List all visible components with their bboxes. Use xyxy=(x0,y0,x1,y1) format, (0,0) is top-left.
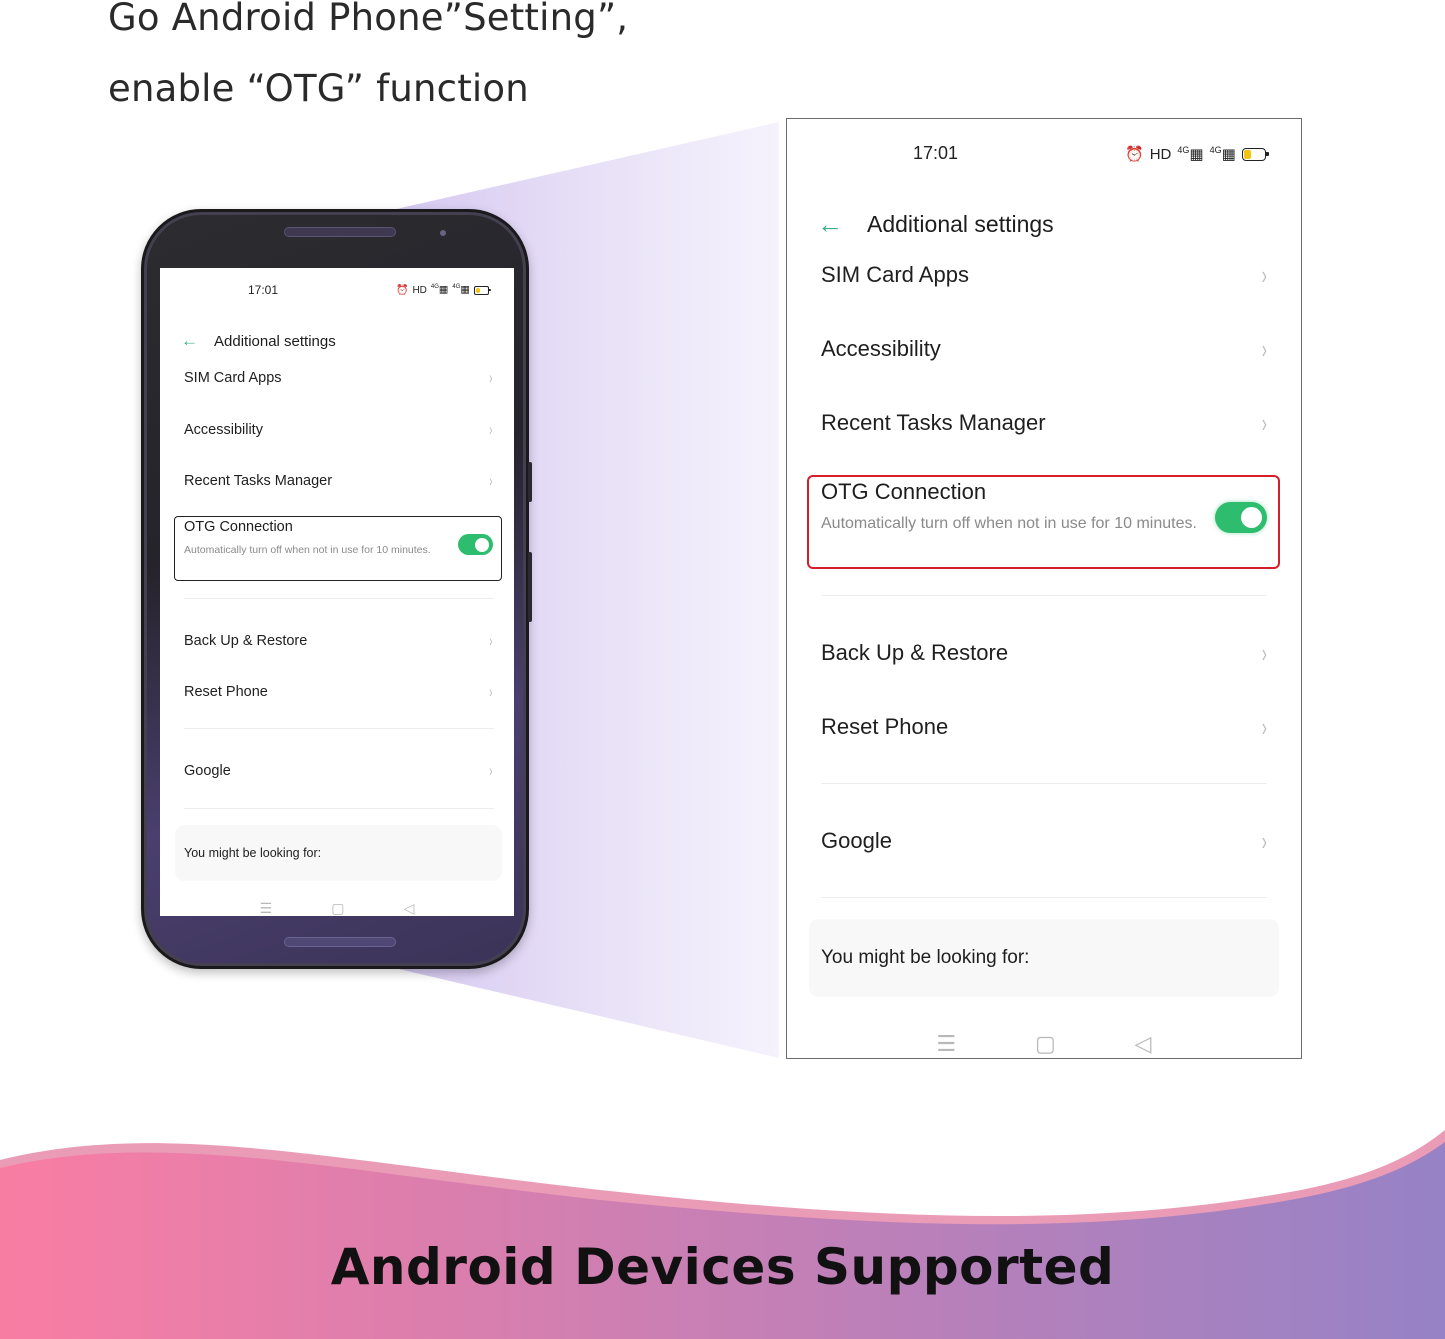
chevron-right-icon: › xyxy=(489,420,493,439)
settings-screen-small: 17:01 ⏰ HD 4G▦ 4G▦ ← Additional settings… xyxy=(160,268,514,916)
otg-toggle[interactable] xyxy=(1215,502,1267,533)
item-label: Recent Tasks Manager xyxy=(184,473,333,489)
chevron-right-icon: › xyxy=(489,761,493,780)
item-label: SIM Card Apps xyxy=(184,370,282,386)
front-camera xyxy=(440,230,446,236)
chevron-right-icon: › xyxy=(1262,637,1268,668)
chevron-right-icon: › xyxy=(1262,711,1268,742)
section-divider xyxy=(821,595,1267,596)
signal-4g-icon: 4G▦ xyxy=(452,284,470,296)
phone-screen: 17:01 ⏰ HD 4G▦ 4G▦ ← Additional settings… xyxy=(160,268,514,916)
chevron-right-icon: › xyxy=(489,471,493,490)
section-divider xyxy=(184,598,494,599)
chevron-right-icon: › xyxy=(1262,825,1268,856)
recent-apps-icon[interactable]: ☰ xyxy=(260,900,273,916)
page-title: Additional settings xyxy=(214,332,336,350)
status-icons: ⏰ HD 4G▦ 4G▦ xyxy=(396,283,491,297)
item-label: Accessibility xyxy=(184,422,263,438)
item-label: Reset Phone xyxy=(184,684,268,700)
settings-item-recent-tasks-manager[interactable]: Recent Tasks Manager › xyxy=(787,403,1301,443)
back-icon[interactable]: ◁ xyxy=(404,900,415,916)
chevron-right-icon: › xyxy=(1262,407,1268,438)
settings-item-google[interactable]: Google › xyxy=(160,758,514,784)
otg-connection-subtitle: Automatically turn off when not in use f… xyxy=(184,544,431,556)
home-icon[interactable]: ▢ xyxy=(331,900,344,916)
chevron-right-icon: › xyxy=(489,631,493,650)
instruction-heading-line-1: Go Android Phone”Setting”, xyxy=(108,0,629,39)
settings-item-reset-phone[interactable]: Reset Phone › xyxy=(787,707,1301,747)
header: ← Additional settings xyxy=(817,209,1054,240)
settings-item-accessibility[interactable]: Accessibility › xyxy=(787,329,1301,369)
footer-wave-banner xyxy=(0,1130,1445,1339)
item-label: Google xyxy=(184,763,231,779)
home-icon[interactable]: ▢ xyxy=(1035,1031,1056,1057)
item-label: SIM Card Apps xyxy=(821,262,969,287)
signal-4g-icon: 4G▦ xyxy=(430,284,449,296)
toggle-knob xyxy=(475,537,489,552)
section-divider xyxy=(184,808,494,809)
item-label: Accessibility xyxy=(821,336,941,361)
settings-item-accessibility[interactable]: Accessibility › xyxy=(160,417,514,443)
alarm-icon: ⏰ xyxy=(396,284,409,296)
back-arrow-icon[interactable]: ← xyxy=(817,209,843,240)
section-divider xyxy=(184,728,494,729)
otg-connection-title: OTG Connection xyxy=(184,519,293,535)
hd-icon: HD xyxy=(1149,145,1172,163)
chevron-right-icon: › xyxy=(1262,333,1268,364)
signal-4g-icon: 4G▦ xyxy=(1177,145,1204,163)
back-icon[interactable]: ◁ xyxy=(1135,1031,1152,1057)
battery-icon xyxy=(473,285,491,295)
navigation-bar: ☰ ▢ ◁ xyxy=(160,900,514,916)
status-time: 17:01 xyxy=(248,283,279,297)
settings-item-sim-card-apps[interactable]: SIM Card Apps › xyxy=(160,365,514,391)
bottom-speaker xyxy=(284,937,396,947)
settings-item-back-up-restore[interactable]: Back Up & Restore › xyxy=(160,628,514,654)
alarm-icon: ⏰ xyxy=(1125,146,1144,163)
settings-screen-large: 17:01 ⏰ HD 4G▦ 4G▦ ← Additional settings… xyxy=(787,119,1301,1058)
battery-icon xyxy=(1241,147,1269,161)
item-label: Reset Phone xyxy=(821,714,949,739)
item-label: Recent Tasks Manager xyxy=(821,410,1046,435)
navigation-bar: ☰ ▢ ◁ xyxy=(787,1031,1301,1057)
zoomed-screen: 17:01 ⏰ HD 4G▦ 4G▦ ← Additional settings… xyxy=(786,118,1302,1059)
toggle-knob xyxy=(1241,507,1262,528)
item-label: Back Up & Restore xyxy=(184,633,308,649)
phone-mockup: 17:01 ⏰ HD 4G▦ 4G▦ ← Additional settings… xyxy=(141,209,532,969)
footer-title: Android Devices Supported xyxy=(330,1238,1115,1296)
suggestions-label: You might be looking for: xyxy=(184,846,322,860)
signal-4g-icon: 4G▦ xyxy=(1209,145,1236,163)
settings-item-sim-card-apps[interactable]: SIM Card Apps › xyxy=(787,255,1301,295)
page-title: Additional settings xyxy=(867,211,1054,237)
settings-item-recent-tasks-manager[interactable]: Recent Tasks Manager › xyxy=(160,468,514,494)
earpiece-speaker xyxy=(284,227,396,237)
chevron-right-icon: › xyxy=(1262,259,1268,290)
chevron-right-icon: › xyxy=(489,682,493,701)
suggestions-label: You might be looking for: xyxy=(821,947,1030,968)
chevron-right-icon: › xyxy=(489,368,493,387)
item-label: Back Up & Restore xyxy=(821,640,1009,665)
status-time: 17:01 xyxy=(913,143,959,163)
section-divider xyxy=(821,897,1267,898)
instruction-heading-line-2: enable “OTG” function xyxy=(108,67,529,110)
back-arrow-icon[interactable]: ← xyxy=(181,331,198,351)
header: ← Additional settings xyxy=(181,331,336,351)
power-button xyxy=(528,552,532,622)
volume-button xyxy=(528,462,532,502)
status-icons: ⏰ HD 4G▦ 4G▦ xyxy=(1125,143,1269,165)
item-label: Google xyxy=(821,828,892,853)
settings-item-google[interactable]: Google › xyxy=(787,821,1301,861)
suggestions-card: You might be looking for: xyxy=(809,919,1279,997)
otg-toggle[interactable] xyxy=(458,534,493,555)
settings-item-back-up-restore[interactable]: Back Up & Restore › xyxy=(787,633,1301,673)
recent-apps-icon[interactable]: ☰ xyxy=(936,1031,956,1057)
otg-connection-subtitle: Automatically turn off when not in use f… xyxy=(821,515,1197,532)
section-divider xyxy=(821,783,1267,784)
hd-icon: HD xyxy=(412,284,427,296)
otg-connection-title: OTG Connection xyxy=(821,479,987,504)
suggestions-card: You might be looking for: xyxy=(175,825,502,881)
settings-item-reset-phone[interactable]: Reset Phone › xyxy=(160,679,514,705)
